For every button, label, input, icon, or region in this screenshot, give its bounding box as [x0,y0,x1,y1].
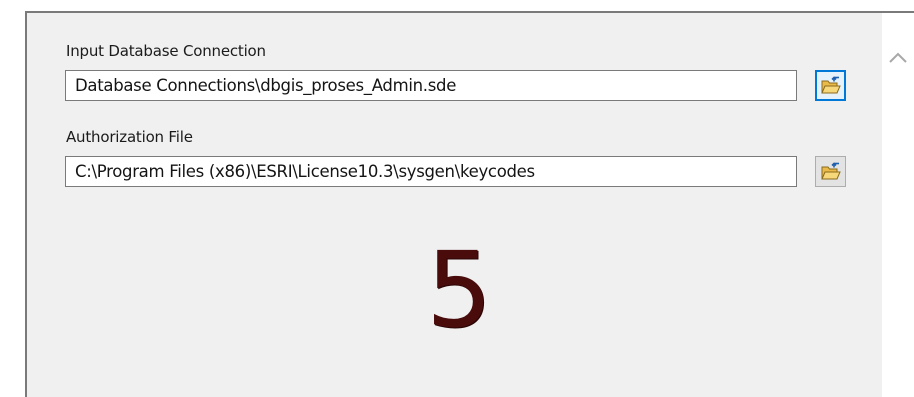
open-folder-icon [820,161,841,179]
authorization-file-field[interactable]: C:\Program Files (x86)\ESRI\License10.3\… [65,156,797,187]
step-number-annotation: 5 [426,229,493,351]
chevron-up-icon[interactable] [887,51,909,65]
authorization-file-browse-button[interactable] [815,156,846,187]
open-folder-icon [820,75,841,93]
tool-dialog: Input Database Connection Database Conne… [0,0,914,397]
input-database-browse-button[interactable] [815,70,846,101]
input-database-connection-label: Input Database Connection [66,42,266,60]
scroll-area [882,11,914,397]
input-database-connection-field[interactable]: Database Connections\dbgis_proses_Admin.… [65,70,797,101]
authorization-file-label: Authorization File [66,128,193,146]
